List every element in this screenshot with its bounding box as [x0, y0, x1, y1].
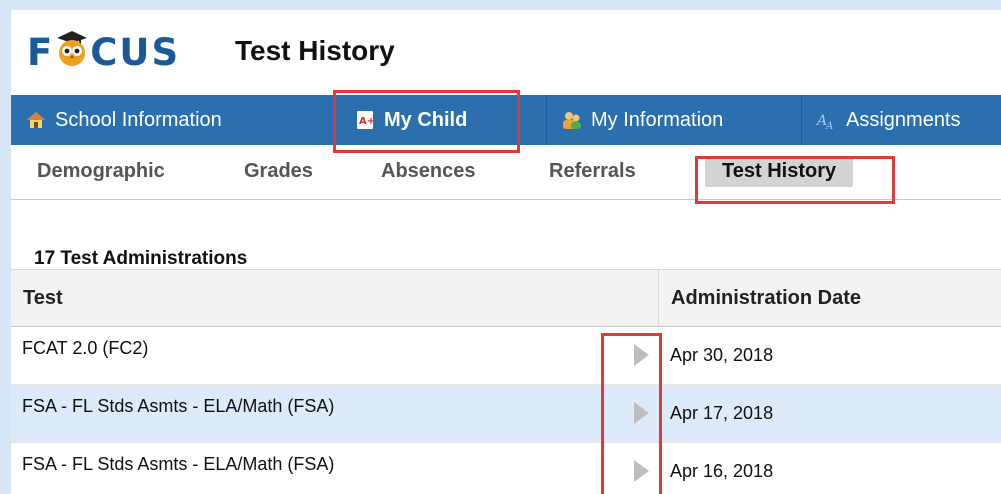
- nav-label: Assignments: [846, 108, 961, 131]
- sub-nav: Demographic Grades Absences Referrals Te…: [11, 145, 1001, 200]
- expand-arrow-icon[interactable]: [631, 400, 651, 426]
- owl-icon: [55, 31, 89, 69]
- test-history-table: Test Administration Date FCAT 2.0 (FC2) …: [11, 269, 1001, 494]
- logo-letter: F: [27, 30, 55, 74]
- assignments-icon: A A: [816, 109, 838, 131]
- test-name: FCAT 2.0 (FC2): [22, 338, 149, 358]
- table-row[interactable]: FSA - FL Stds Asmts - ELA/Math (FSA) Apr…: [11, 443, 1001, 494]
- test-count: 17 Test Administrations: [34, 248, 248, 269]
- nav-label: My Child: [384, 108, 468, 131]
- column-divider: [658, 270, 659, 326]
- expand-arrow-icon[interactable]: [631, 342, 651, 368]
- nav-label: My Information: [591, 108, 724, 131]
- focus-logo[interactable]: F CUS: [27, 30, 181, 74]
- people-icon: [561, 109, 583, 131]
- svg-text:A+: A+: [359, 116, 375, 127]
- svg-text:A: A: [825, 121, 833, 131]
- home-icon: [25, 109, 47, 131]
- nav-label: School Information: [55, 108, 222, 131]
- table-row[interactable]: FCAT 2.0 (FC2) Apr 30, 2018: [11, 327, 1001, 385]
- tab-demographic[interactable]: Demographic: [37, 160, 165, 183]
- logo-letters: CUS: [90, 30, 181, 74]
- test-name: FSA - FL Stds Asmts - ELA/Math (FSA): [22, 396, 335, 416]
- nav-my-information[interactable]: My Information: [547, 95, 802, 145]
- nav-my-child[interactable]: A+ My Child: [336, 95, 547, 145]
- app-panel: F CUS Test History School Information A+…: [11, 10, 1001, 494]
- main-nav: School Information A+ My Child My Inform…: [11, 95, 1001, 145]
- administration-date: Apr 17, 2018: [670, 403, 774, 423]
- column-header-date[interactable]: Administration Date: [671, 287, 861, 310]
- tab-referrals[interactable]: Referrals: [549, 160, 636, 183]
- tab-test-history[interactable]: Test History: [705, 157, 854, 187]
- table-header: Test Administration Date: [11, 269, 1001, 327]
- table-row[interactable]: FSA - FL Stds Asmts - ELA/Math (FSA) Apr…: [11, 385, 1001, 443]
- administration-date: Apr 30, 2018: [670, 345, 774, 365]
- header: F CUS Test History: [11, 10, 1001, 90]
- report-card-icon: A+: [354, 109, 376, 131]
- column-header-test[interactable]: Test: [23, 287, 63, 310]
- nav-school-information[interactable]: School Information: [11, 95, 336, 145]
- administration-date: Apr 16, 2018: [670, 461, 774, 481]
- expand-arrow-icon[interactable]: [631, 458, 651, 484]
- test-name: FSA - FL Stds Asmts - ELA/Math (FSA): [22, 454, 335, 474]
- nav-assignments[interactable]: A A Assignments: [802, 95, 1001, 145]
- tab-absences[interactable]: Absences: [381, 160, 476, 183]
- tab-grades[interactable]: Grades: [244, 160, 313, 183]
- page-title: Test History: [235, 35, 395, 66]
